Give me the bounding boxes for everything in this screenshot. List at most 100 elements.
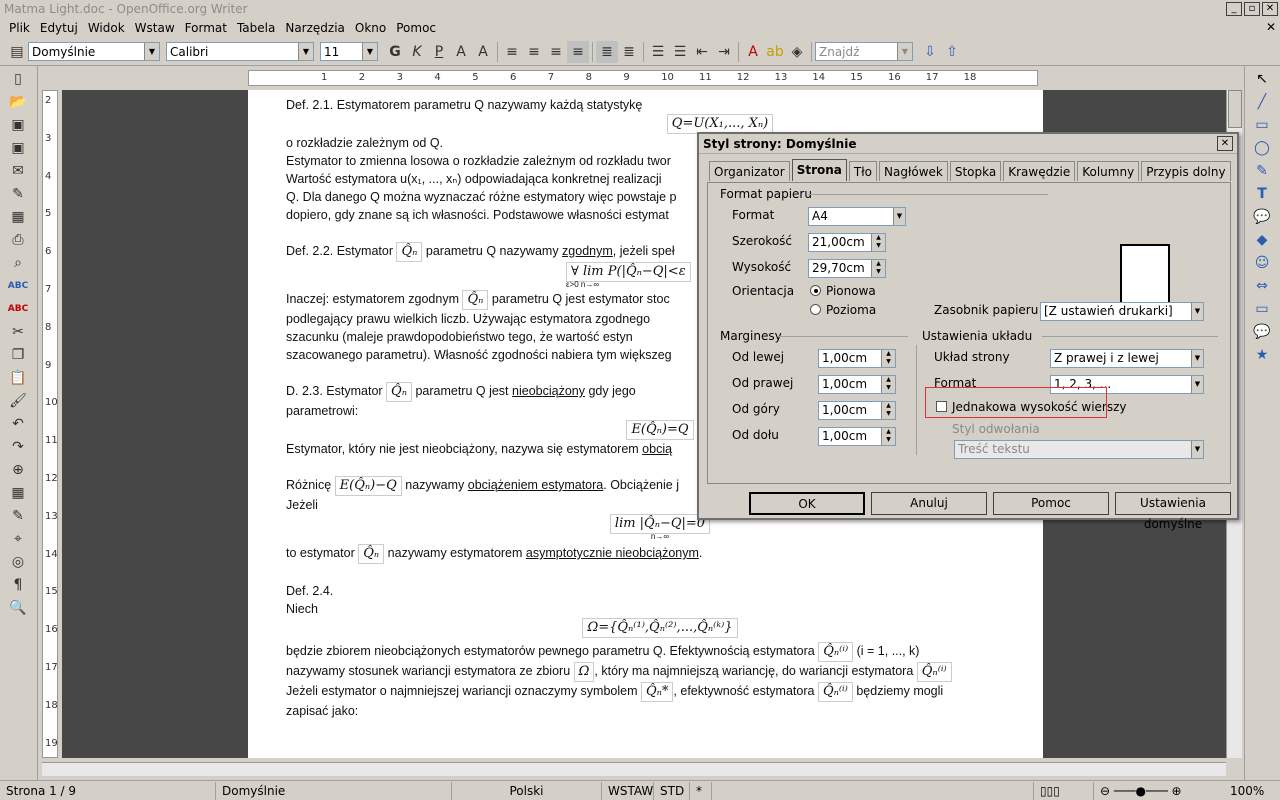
background-color-icon[interactable]: ◈ xyxy=(786,41,808,63)
ok-button[interactable]: OK xyxy=(749,492,865,515)
spin-arrows-icon[interactable]: ▲ ▼ xyxy=(871,260,885,277)
zoom-icon[interactable]: 🔍 xyxy=(6,597,30,618)
save-icon[interactable]: ▣ xyxy=(6,114,30,135)
font-name-combo[interactable]: Calibri ▼ xyxy=(166,42,314,61)
spin-arrows-icon[interactable]: ▲ ▼ xyxy=(881,428,895,445)
line-icon[interactable]: ╱ xyxy=(1250,91,1274,112)
highlight-icon[interactable]: ab xyxy=(764,41,786,63)
align-right-icon[interactable]: ≡ xyxy=(545,41,567,63)
minimize-button[interactable]: _ xyxy=(1226,2,1242,16)
chevron-down-icon[interactable]: ▼ xyxy=(362,43,377,60)
paper-tray-select[interactable]: [Z ustawień drukarki] ▼ xyxy=(1040,302,1204,321)
menu-edit[interactable]: Edytuj xyxy=(35,21,83,35)
chevron-down-icon[interactable]: ▼ xyxy=(1191,350,1203,367)
status-zoom[interactable]: 100% xyxy=(1224,782,1270,800)
basic-shapes-icon[interactable]: ◆ xyxy=(1250,229,1274,250)
spin-arrows-icon[interactable]: ▲ ▼ xyxy=(881,402,895,419)
underline-icon[interactable]: P xyxy=(428,41,450,63)
close-document-icon[interactable]: ✕ xyxy=(1266,20,1276,34)
rtl-icon[interactable]: ≣ xyxy=(618,41,640,63)
zoom-slider[interactable]: ⊖ ───●─── ⊕ xyxy=(1094,782,1224,800)
export-pdf-icon[interactable]: ▦ xyxy=(6,206,30,227)
save-as-icon[interactable]: ▣ xyxy=(6,137,30,158)
redo-icon[interactable]: ↷ xyxy=(6,436,30,457)
close-icon[interactable]: ✕ xyxy=(1217,136,1233,151)
stars-icon[interactable]: ★ xyxy=(1250,344,1274,365)
horizontal-scrollbar[interactable] xyxy=(42,762,1226,776)
font-color-icon[interactable]: A xyxy=(742,41,764,63)
callout-icon[interactable]: 💬 xyxy=(1250,206,1274,227)
status-insert-mode[interactable]: WSTAW xyxy=(602,781,654,800)
chevron-down-icon[interactable]: ▼ xyxy=(1191,376,1203,393)
print-icon[interactable]: ⎙ xyxy=(6,229,30,250)
italic-icon[interactable]: K xyxy=(406,41,428,63)
print-preview-icon[interactable]: ⌕ xyxy=(6,252,30,273)
autospell-icon[interactable]: ABC xyxy=(6,298,30,319)
paper-format-select[interactable]: A4 ▼ xyxy=(808,207,906,226)
paste-icon[interactable]: 📋 xyxy=(6,367,30,388)
undo-icon[interactable]: ↶ xyxy=(6,413,30,434)
ellipse-icon[interactable]: ◯ xyxy=(1250,137,1274,158)
tab-footnote[interactable]: Przypis dolny xyxy=(1141,161,1231,181)
tab-organizer[interactable]: Organizator xyxy=(709,161,790,181)
search-input[interactable]: Znajdź ▼ xyxy=(815,42,913,61)
menu-help[interactable]: Pomoc xyxy=(391,21,441,35)
align-left-icon[interactable]: ≡ xyxy=(501,41,523,63)
cut-icon[interactable]: ✂ xyxy=(6,321,30,342)
status-selection-mode[interactable]: STD xyxy=(654,781,690,800)
chevron-down-icon[interactable]: ▼ xyxy=(144,43,159,60)
page-layout-select[interactable]: Z prawej i z lewej ▼ xyxy=(1050,349,1204,368)
help-button[interactable]: Pomoc xyxy=(993,492,1109,515)
spin-arrows-icon[interactable]: ▲ ▼ xyxy=(881,350,895,367)
ltr-icon[interactable]: ≣ xyxy=(596,40,618,63)
margin-right-spinner[interactable]: 1,00cm ▲ ▼ xyxy=(818,375,896,394)
landscape-label[interactable]: Pozioma xyxy=(826,303,876,317)
bullets-icon[interactable]: ☰ xyxy=(669,41,691,63)
horizontal-ruler[interactable]: 1 2 3 4 5 6 7 8 9 10 11 12 13 14 15 16 17 18 xyxy=(248,70,1038,86)
symbol-shapes-icon[interactable]: ☺ xyxy=(1250,252,1274,273)
menu-file[interactable]: Plik xyxy=(4,21,35,35)
paragraph-style-combo[interactable]: Domyślnie ▼ xyxy=(28,42,160,61)
portrait-label[interactable]: Pionowa xyxy=(826,284,876,298)
spin-arrows-icon[interactable]: ▲ ▼ xyxy=(871,234,885,251)
height-spinner[interactable]: 29,70cm ▲ ▼ xyxy=(808,259,886,278)
numbering-icon[interactable]: ☰ xyxy=(647,41,669,63)
tab-header[interactable]: Nagłówek xyxy=(879,161,948,181)
maximize-button[interactable]: ▫ xyxy=(1244,2,1260,16)
increase-indent-icon[interactable]: ⇥ xyxy=(713,41,735,63)
font-color-a-icon[interactable]: A xyxy=(450,41,472,63)
tab-borders[interactable]: Krawędzie xyxy=(1003,161,1076,181)
reset-defaults-button[interactable]: Ustawienia domyślne xyxy=(1115,492,1231,531)
styles-icon[interactable]: ▤ xyxy=(6,41,28,63)
menu-tools[interactable]: Narzędzia xyxy=(280,21,350,35)
tab-background[interactable]: Tło xyxy=(848,161,877,181)
menu-view[interactable]: Widok xyxy=(83,21,130,35)
freeform-icon[interactable]: ✎ xyxy=(1250,160,1274,181)
navigator-icon[interactable]: ◎ xyxy=(6,551,30,572)
select-pointer-icon[interactable]: ↖ xyxy=(1250,68,1274,89)
chevron-down-icon[interactable]: ▼ xyxy=(893,208,905,225)
find-previous-icon[interactable]: ⇧ xyxy=(941,41,963,63)
copy-icon[interactable]: ❐ xyxy=(6,344,30,365)
tab-page[interactable]: Strona xyxy=(791,159,847,181)
width-spinner[interactable]: 21,00cm ▲ ▼ xyxy=(808,233,886,252)
cancel-button[interactable]: Anuluj xyxy=(871,492,987,515)
flowchart-icon[interactable]: ▭ xyxy=(1250,298,1274,319)
shadow-a-icon[interactable]: A xyxy=(472,41,494,63)
view-layout-icons[interactable]: ▯▯▯ xyxy=(1034,781,1094,800)
hyperlink-icon[interactable]: ⊕ xyxy=(6,459,30,480)
tab-footer[interactable]: Stopka xyxy=(949,161,1002,181)
rectangle-icon[interactable]: ▭ xyxy=(1250,114,1274,135)
chevron-down-icon[interactable]: ▼ xyxy=(897,43,912,60)
draw-functions-icon[interactable]: ✎ xyxy=(6,505,30,526)
table-icon[interactable]: ▦ xyxy=(6,482,30,503)
new-document-icon[interactable]: ▯ xyxy=(6,68,30,89)
menu-format[interactable]: Format xyxy=(180,21,232,35)
decrease-indent-icon[interactable]: ⇤ xyxy=(691,41,713,63)
tab-columns[interactable]: Kolumny xyxy=(1077,161,1140,181)
font-size-combo[interactable]: 11 ▼ xyxy=(320,42,378,61)
margin-bottom-spinner[interactable]: 1,00cm ▲ ▼ xyxy=(818,427,896,446)
nonprinting-chars-icon[interactable]: ¶ xyxy=(6,574,30,595)
find-next-icon[interactable]: ⇩ xyxy=(919,41,941,63)
edit-mode-icon[interactable]: ✎ xyxy=(6,183,30,204)
